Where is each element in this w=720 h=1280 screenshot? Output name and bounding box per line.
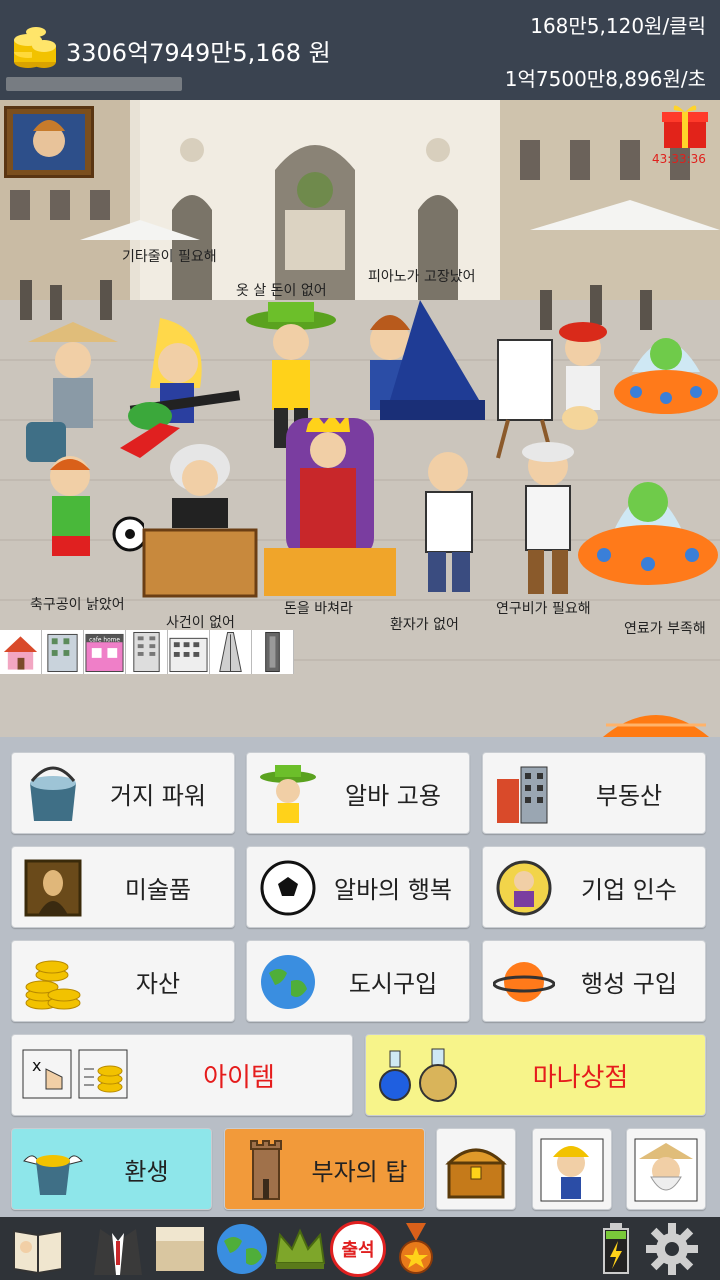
buy-planet-button[interactable]: 행성 구입 — [482, 940, 706, 1022]
tower-icon[interactable] — [252, 630, 294, 674]
top-status-bar: 3306억7949만5,168 원 168만5,120원/클릭 1억7500만8… — [0, 0, 720, 100]
gift-box-icon[interactable] — [660, 102, 710, 150]
alba-happiness-label: 알바의 행복 — [333, 875, 453, 904]
hire-alba-button[interactable]: 알바 고용 — [246, 752, 470, 834]
svg-text:x: x — [32, 1056, 41, 1075]
game-scene[interactable]: 43:33:36 기타줄이 필요해 옷 살 돈이 없어 피아노가 고장났어 축구… — [0, 100, 720, 737]
old-man-character-icon — [634, 1138, 698, 1202]
coin-multiplier-icon — [78, 1049, 128, 1099]
menu-panel: 거지 파워 알바 고용 부동산 미술품 알바의 행복 기업 인수 자산 도시구입… — [0, 737, 720, 1217]
skyscraper-icon[interactable] — [210, 630, 252, 674]
battery-icon[interactable] — [598, 1221, 634, 1277]
crown-icon[interactable] — [272, 1221, 328, 1277]
building-icon[interactable] — [126, 630, 168, 674]
ufo-alien-character-2[interactable] — [574, 460, 720, 600]
house-icon[interactable] — [0, 630, 42, 674]
gold-coins-icon — [25, 960, 81, 1010]
ceo-icon — [496, 860, 552, 916]
book-icon[interactable] — [10, 1221, 66, 1277]
suit-icon[interactable] — [90, 1221, 146, 1277]
tower-icon-menu — [250, 1140, 282, 1200]
label-piano: 피아노가 고장났어 — [368, 269, 476, 285]
buy-city-button[interactable]: 도시구입 — [246, 940, 470, 1022]
bucket-icon — [30, 766, 76, 821]
acquisition-button[interactable]: 기업 인수 — [482, 846, 706, 928]
art-button[interactable]: 미술품 — [11, 846, 235, 928]
medal-icon[interactable] — [388, 1221, 444, 1277]
planet-icon — [493, 962, 555, 1002]
auto-click-icon: x — [22, 1049, 72, 1099]
sunrise-button[interactable] — [576, 685, 720, 737]
rebirth-button[interactable]: 환생 — [11, 1128, 212, 1210]
money-per-click: 168만5,120원/클릭 — [530, 14, 706, 38]
apartment-icon[interactable] — [42, 630, 84, 674]
items-button[interactable]: x 아이템 — [11, 1034, 353, 1116]
items-label: 아이템 — [203, 1062, 275, 1093]
soccer-ball-icon — [260, 860, 316, 916]
rich-tower-label: 부자의 탑 — [311, 1157, 408, 1186]
money-per-second: 1억7500만8,896원/초 — [504, 67, 706, 91]
total-money: 3306억7949만5,168 원 — [66, 39, 331, 67]
treasure-chest-icon — [445, 1148, 507, 1199]
cafe-icon[interactable]: cafe home — [84, 630, 126, 674]
attendance-label: 출석 — [341, 1240, 375, 1261]
attendance-stamp[interactable]: 출석 — [330, 1221, 386, 1277]
label-fuel: 연료가 부족해 — [624, 621, 706, 637]
winged-bucket-icon — [23, 1155, 83, 1195]
hire-alba-label: 알바 고용 — [345, 781, 441, 810]
gold-potion-icon — [419, 1048, 457, 1102]
painter-character[interactable] — [488, 310, 618, 460]
treasure-chest-button[interactable] — [436, 1128, 516, 1210]
gear-icon[interactable] — [644, 1221, 700, 1277]
paper-scroll-icon[interactable] — [152, 1221, 208, 1277]
judge-character[interactable] — [140, 438, 260, 598]
soccer-character[interactable] — [4, 452, 144, 582]
portrait-painting-icon[interactable] — [4, 106, 94, 178]
art-label: 미술품 — [124, 875, 192, 904]
bottom-toolbar: 출석 — [0, 1217, 720, 1280]
cafe-sign: cafe home — [89, 637, 120, 643]
progress-bar — [6, 77, 182, 91]
coin-stack-icon — [14, 27, 56, 68]
character-portrait-button-2[interactable] — [626, 1128, 706, 1210]
mana-shop-label: 마나상점 — [532, 1062, 629, 1093]
runner-character-icon — [540, 1138, 604, 1202]
buildings-icon — [497, 766, 548, 824]
ufo-alien-character[interactable] — [612, 322, 720, 432]
earth-icon[interactable] — [214, 1221, 270, 1277]
gift-timer: 43:33:36 — [652, 152, 706, 166]
green-hat-worker-icon — [260, 765, 316, 823]
mona-lisa-icon — [24, 859, 82, 917]
label-clothes: 옷 살 돈이 없어 — [236, 283, 327, 299]
rebirth-label: 환생 — [124, 1157, 169, 1186]
buildings-bar: cafe home — [0, 630, 294, 674]
mana-shop-button[interactable]: 마나상점 — [365, 1034, 706, 1116]
label-research: 연구비가 필요해 — [496, 601, 591, 617]
beggar-power-button[interactable]: 거지 파워 — [11, 752, 235, 834]
rich-tower-button[interactable]: 부자의 탑 — [224, 1128, 425, 1210]
globe-icon — [261, 955, 315, 1009]
label-soccer: 축구공이 낡았어 — [30, 597, 125, 613]
alba-happiness-button[interactable]: 알바의 행복 — [246, 846, 470, 928]
label-money: 돈을 바쳐라 — [284, 601, 353, 617]
assets-label: 자산 — [135, 969, 181, 998]
acquisition-label: 기업 인수 — [581, 875, 677, 904]
label-case: 사건이 없어 — [166, 615, 235, 631]
beggar-power-label: 거지 파워 — [110, 781, 206, 810]
buy-planet-label: 행성 구입 — [581, 969, 677, 998]
assets-button[interactable]: 자산 — [11, 940, 235, 1022]
king-character[interactable] — [250, 418, 410, 598]
label-guitar: 기타줄이 필요해 — [122, 249, 217, 265]
buy-city-label: 도시구입 — [348, 969, 438, 998]
blue-potion-icon — [379, 1050, 411, 1101]
doctor-character[interactable] — [398, 448, 502, 598]
real-estate-button[interactable]: 부동산 — [482, 752, 706, 834]
office-icon[interactable] — [168, 630, 210, 674]
real-estate-label: 부동산 — [595, 781, 663, 810]
character-portrait-button-1[interactable] — [532, 1128, 612, 1210]
label-patient: 환자가 없어 — [390, 617, 459, 633]
